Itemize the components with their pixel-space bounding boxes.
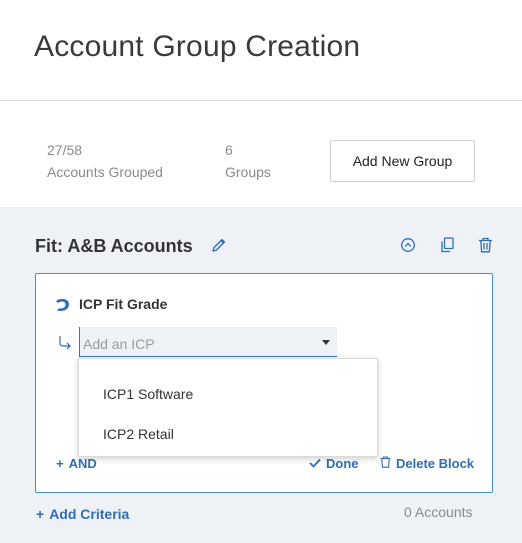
stats-bar: 27/58 Accounts Grouped 6 Groups Add New … — [0, 101, 522, 207]
dropdown-option[interactable]: ICP1 Software — [103, 386, 193, 402]
branch-arrow-icon — [58, 335, 72, 351]
delete-block-link[interactable]: Delete Block — [380, 456, 474, 471]
collapse-up-icon[interactable] — [400, 237, 416, 253]
groups-label: Groups — [225, 164, 271, 180]
dropdown-option[interactable]: ICP2 Retail — [103, 426, 174, 442]
page-title: Account Group Creation — [34, 30, 361, 63]
trash-icon[interactable] — [478, 237, 493, 253]
brand-logo-icon — [54, 297, 72, 313]
accounts-grouped-stat: 27/58 Accounts Grouped — [47, 139, 163, 183]
caret-down-icon — [322, 340, 330, 345]
add-new-group-button[interactable]: Add New Group — [330, 140, 475, 182]
group-title: Fit: A&B Accounts — [35, 236, 193, 256]
delete-block-label: Delete Block — [396, 456, 475, 471]
block-title: ICP Fit Grade — [79, 296, 168, 312]
groups-stat: 6 Groups — [225, 139, 271, 183]
groups-value: 6 — [225, 142, 233, 158]
check-icon — [309, 456, 321, 471]
icp-select-placeholder: Add an ICP — [83, 336, 155, 352]
done-link[interactable]: Done — [309, 456, 359, 471]
pencil-icon[interactable] — [211, 237, 227, 253]
done-label: Done — [326, 456, 359, 471]
plus-icon: + — [36, 506, 45, 522]
accounts-grouped-label: Accounts Grouped — [47, 164, 163, 180]
and-link[interactable]: + AND — [56, 456, 97, 471]
plus-icon: + — [56, 456, 64, 471]
copy-icon[interactable] — [440, 237, 455, 253]
icp-dropdown-menu: ICP1 Software ICP2 Retail — [78, 358, 378, 457]
page-header: Account Group Creation — [0, 0, 522, 101]
accounts-grouped-value: 27/58 — [47, 142, 83, 158]
add-criteria-link[interactable]: + Add Criteria — [36, 506, 129, 522]
accounts-count: 0 Accounts — [404, 504, 473, 520]
add-criteria-label: Add Criteria — [49, 506, 130, 522]
and-label: AND — [68, 456, 97, 471]
icp-select[interactable]: Add an ICP — [79, 327, 337, 357]
trash-icon — [380, 456, 391, 471]
